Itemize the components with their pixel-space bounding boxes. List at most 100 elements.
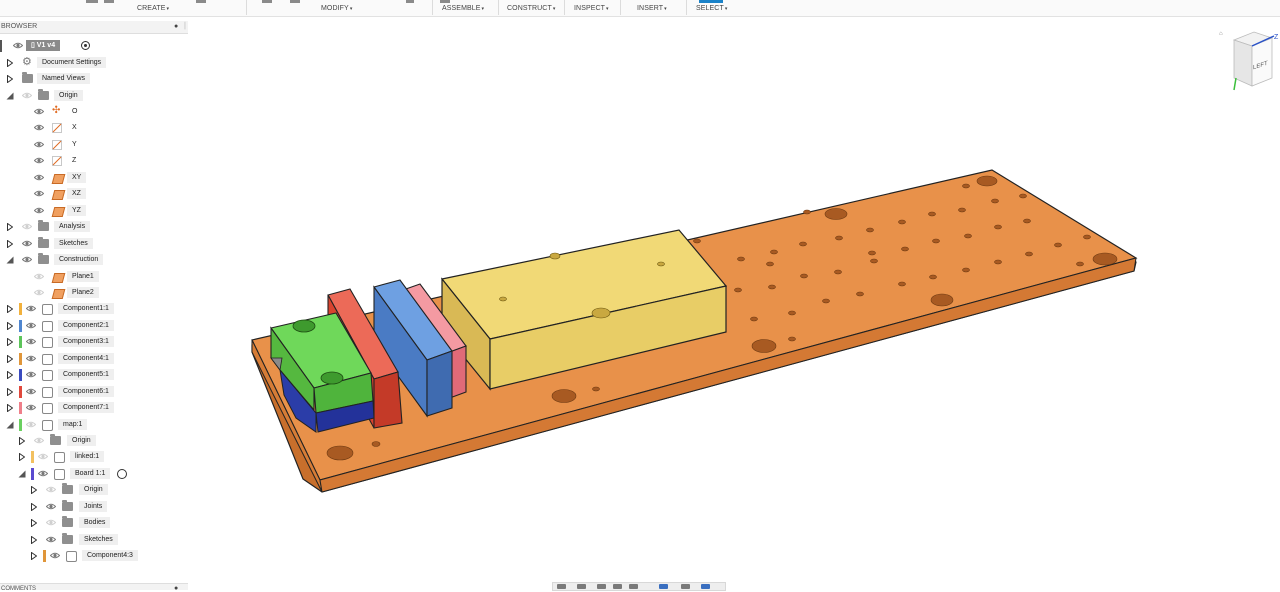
visibility-eye-icon[interactable]	[46, 503, 56, 510]
visibility-eye-icon[interactable]	[50, 552, 60, 559]
expand-icon[interactable]	[31, 552, 37, 560]
visibility-eye-icon[interactable]	[26, 322, 36, 329]
move-icon[interactable]	[406, 0, 414, 3]
tree-item-xz-plane[interactable]: XZ	[0, 187, 190, 201]
expand-icon[interactable]	[7, 240, 13, 248]
expand-icon[interactable]	[31, 536, 37, 544]
tree-item-component4[interactable]: Component4:1	[0, 352, 190, 366]
visibility-eye-icon[interactable]	[34, 207, 44, 214]
tree-item-board-sketches[interactable]: Sketches	[0, 533, 190, 547]
tree-item-board-origin[interactable]: Origin	[0, 483, 190, 497]
visibility-eye-icon[interactable]	[34, 141, 44, 148]
look-at-icon[interactable]	[577, 584, 586, 589]
pan-icon[interactable]	[597, 584, 606, 589]
tree-item-document-settings[interactable]: ⚙ Document Settings	[0, 56, 190, 70]
base-plate[interactable]	[251, 169, 1138, 493]
red-plate[interactable]	[327, 288, 403, 429]
tree-item-component6[interactable]: Component6:1	[0, 385, 190, 399]
tree-item-z-axis[interactable]: Z	[0, 154, 190, 168]
collapse-icon[interactable]	[6, 421, 14, 429]
yellow-block[interactable]	[440, 229, 728, 391]
pink-plate[interactable]	[402, 283, 467, 400]
tree-item-component1[interactable]: Component1:1	[0, 302, 190, 316]
expand-icon[interactable]	[19, 437, 25, 445]
tree-item-component7[interactable]: Component7:1	[0, 401, 190, 415]
view-cube[interactable]: ⌂	[1216, 26, 1278, 96]
assemble-menu[interactable]: ASSEMBLE▾	[442, 5, 484, 12]
tree-item-component5[interactable]: Component5:1	[0, 368, 190, 382]
expand-icon[interactable]	[7, 338, 13, 346]
tree-item-map[interactable]: map:1	[0, 418, 190, 432]
tree-item-origin[interactable]: Origin	[0, 89, 190, 103]
green-block[interactable]	[270, 312, 375, 433]
visibility-eye-icon[interactable]	[22, 240, 32, 247]
expand-icon[interactable]	[7, 305, 13, 313]
expand-icon[interactable]	[7, 355, 13, 363]
visibility-eye-icon[interactable]	[34, 124, 44, 131]
visibility-eye-icon[interactable]	[26, 404, 36, 411]
expand-icon[interactable]	[7, 59, 13, 67]
expand-icon[interactable]	[7, 322, 13, 330]
tree-item-component3[interactable]: Component3:1	[0, 335, 190, 349]
visibility-eye-icon[interactable]	[26, 421, 36, 428]
tree-item-map-origin[interactable]: Origin	[0, 434, 190, 448]
viewports-icon[interactable]	[701, 584, 710, 589]
browser-pin-button[interactable]: ●	[174, 23, 178, 30]
joint-icon[interactable]	[440, 0, 450, 3]
visibility-eye-icon[interactable]	[22, 256, 32, 263]
tree-root-label[interactable]: ▯ V1 v4	[26, 40, 61, 51]
home-view-icon[interactable]: ⌂	[1219, 31, 1223, 37]
fillet-icon[interactable]	[290, 0, 300, 3]
tree-item-origin-point[interactable]: ✣ O	[0, 105, 190, 119]
select-menu[interactable]: SELECT▾	[696, 5, 727, 12]
inspect-menu[interactable]: INSPECT▾	[574, 5, 609, 12]
visibility-eye-icon[interactable]	[34, 437, 44, 444]
visibility-eye-icon[interactable]	[34, 108, 44, 115]
tree-item-analysis[interactable]: Analysis	[0, 220, 190, 234]
zoom-icon[interactable]	[613, 584, 622, 589]
expand-icon[interactable]	[7, 388, 13, 396]
press-pull-icon[interactable]	[262, 0, 272, 3]
construct-menu[interactable]: CONSTRUCT▾	[507, 5, 555, 12]
visibility-eye-icon[interactable]	[13, 42, 23, 49]
activate-radio[interactable]	[117, 469, 127, 479]
grid-settings-icon[interactable]	[681, 584, 690, 589]
visibility-eye-icon[interactable]	[46, 486, 56, 493]
extrude-icon[interactable]	[104, 0, 114, 3]
modify-menu[interactable]: MODIFY▾	[321, 5, 352, 12]
visibility-eye-icon[interactable]	[34, 174, 44, 181]
visibility-eye-icon[interactable]	[34, 190, 44, 197]
tree-item-plane2[interactable]: Plane2	[0, 286, 190, 300]
create-tool-icon[interactable]	[196, 0, 206, 3]
tree-item-y-axis[interactable]: Y	[0, 138, 190, 152]
create-sketch-icon[interactable]	[86, 0, 98, 3]
tree-item-linked[interactable]: linked:1	[0, 450, 190, 464]
fit-icon[interactable]	[629, 584, 638, 589]
tree-item-construction[interactable]: Construction	[0, 253, 190, 267]
visibility-eye-icon[interactable]	[26, 305, 36, 312]
tree-item-named-views[interactable]: Named Views	[0, 72, 190, 86]
tree-item-x-axis[interactable]: X	[0, 121, 190, 135]
visibility-eye-icon[interactable]	[46, 519, 56, 526]
expand-icon[interactable]	[31, 503, 37, 511]
tree-item-board-component4[interactable]: Component4:3	[0, 549, 190, 563]
visibility-eye-icon[interactable]	[46, 536, 56, 543]
expand-icon[interactable]	[31, 519, 37, 527]
tree-item-sketches[interactable]: Sketches	[0, 237, 190, 251]
expand-icon[interactable]	[19, 453, 25, 461]
model-viewport[interactable]	[0, 0, 1280, 589]
collapse-icon[interactable]	[18, 470, 26, 478]
visibility-eye-icon[interactable]	[26, 355, 36, 362]
create-menu[interactable]: CREATE▾	[137, 5, 169, 12]
visibility-eye-icon[interactable]	[26, 388, 36, 395]
tree-root-row[interactable]: ▯ V1 v4	[0, 39, 190, 53]
tree-item-board-joints[interactable]: Joints	[0, 500, 190, 514]
tree-item-xy-plane[interactable]: XY	[0, 171, 190, 185]
visibility-eye-icon[interactable]	[34, 157, 44, 164]
expand-icon[interactable]	[7, 223, 13, 231]
display-settings-icon[interactable]	[659, 584, 668, 589]
visibility-eye-icon[interactable]	[34, 273, 44, 280]
expand-icon[interactable]	[7, 75, 13, 83]
browser-collapse-button[interactable]: ⏐	[183, 23, 187, 31]
tree-item-component2[interactable]: Component2:1	[0, 319, 190, 333]
